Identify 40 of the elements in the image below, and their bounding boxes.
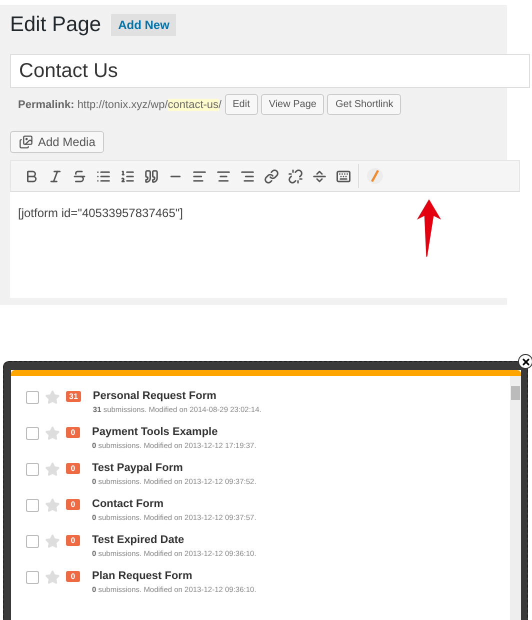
scrollbar[interactable] (510, 376, 521, 620)
submission-count: 0 (66, 427, 80, 438)
checkbox[interactable] (26, 391, 39, 404)
submission-count: 0 (66, 463, 80, 474)
submission-count: 0 (66, 535, 80, 546)
permalink-button[interactable]: Edit (224, 94, 258, 115)
star-icon[interactable] (45, 570, 60, 585)
form-title[interactable]: Test Paypal Form (92, 462, 256, 474)
form-title[interactable]: Contact Form (92, 498, 256, 510)
title-field[interactable]: Contact Us (10, 54, 530, 88)
star-icon[interactable] (45, 426, 60, 441)
page-heading: Edit Page (10, 13, 102, 37)
checkbox[interactable] (26, 571, 39, 584)
star-icon[interactable] (45, 498, 60, 513)
permalink-text: Permalink: http://tonix.xyz/wp/contact-us/ (18, 98, 222, 110)
close-icon (520, 356, 530, 366)
star-icon[interactable] (45, 462, 60, 477)
close-button[interactable] (518, 354, 532, 369)
form-title[interactable]: Payment Tools Example (92, 426, 256, 438)
submission-count: 31 (66, 391, 81, 402)
unlink-icon[interactable] (286, 166, 305, 186)
checkbox[interactable] (26, 535, 39, 548)
submission-count: 0 (66, 571, 80, 582)
media-icon (19, 135, 33, 149)
checkbox[interactable] (26, 499, 39, 512)
shortcode-text: [jotform id="40533957837465"] (18, 206, 183, 220)
arrow-icon (416, 198, 442, 258)
form-title[interactable]: Plan Request Form (92, 570, 256, 582)
add-new-button[interactable]: Add New (111, 14, 176, 36)
submission-count: 0 (66, 499, 80, 510)
checkbox[interactable] (26, 427, 39, 440)
star-icon[interactable] (45, 534, 60, 549)
star-icon[interactable] (45, 390, 60, 405)
form-title[interactable]: Personal Request Form (92, 390, 262, 402)
checkbox[interactable] (26, 463, 39, 476)
permalink-button[interactable]: Get Shortlink (327, 94, 402, 115)
permalink-button[interactable]: View Page (260, 94, 324, 115)
form-title[interactable]: Test Expired Date (92, 534, 256, 546)
link-icon[interactable] (262, 166, 281, 186)
add-media-button[interactable]: Add Media (10, 131, 104, 153)
